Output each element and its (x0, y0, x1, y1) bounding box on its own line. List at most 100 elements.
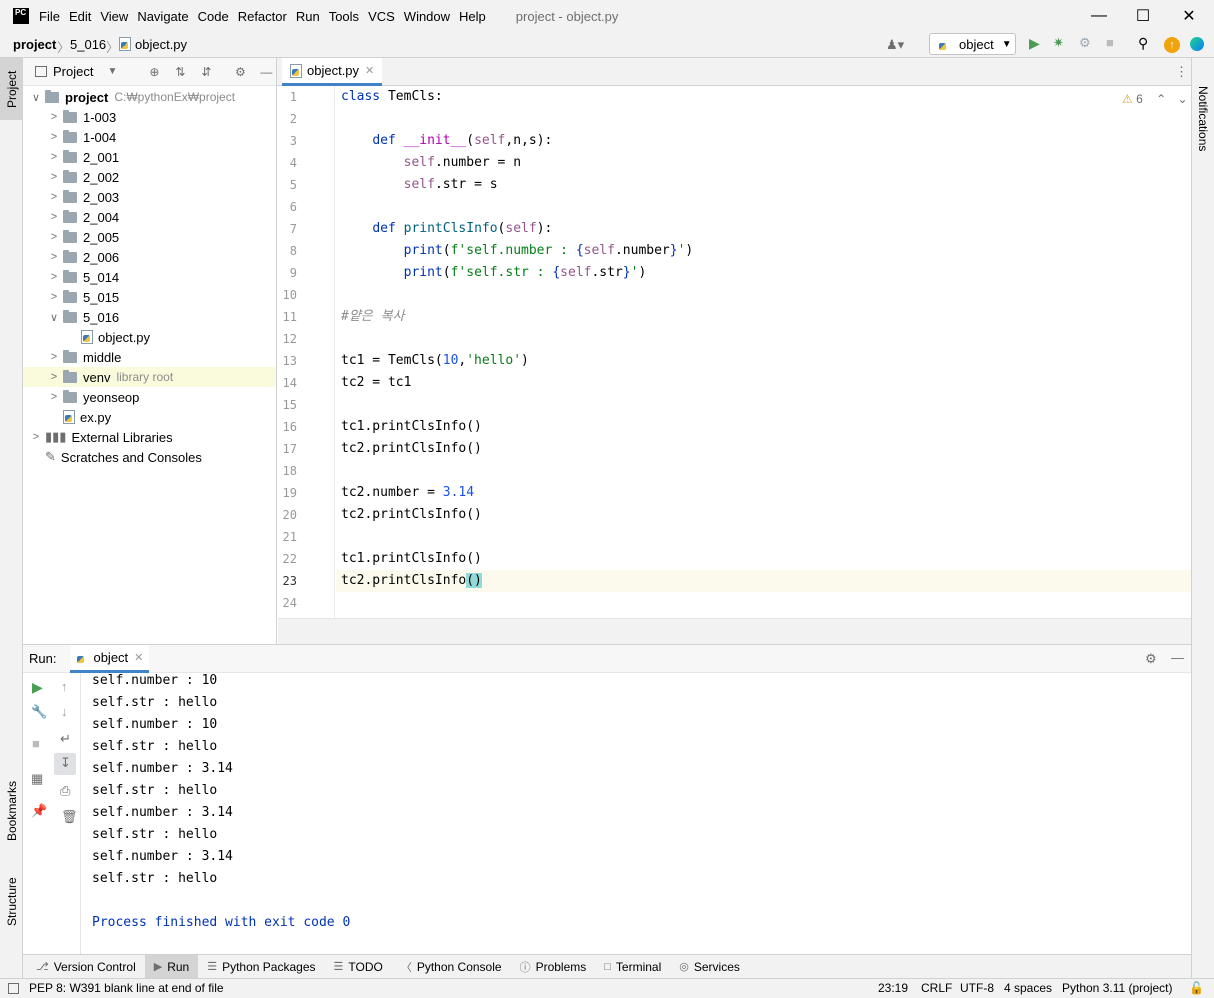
tree-root[interactable]: ∨ project C:₩pythonEx₩project (23, 87, 276, 107)
bookmarks-tool-label[interactable]: Bookmarks (5, 781, 19, 841)
minimize-button[interactable]: — (1076, 0, 1122, 32)
chevron-icon[interactable]: > (45, 131, 63, 143)
bottom-tab[interactable]: 〈 Python Console (392, 955, 511, 979)
line-number[interactable]: 17 (277, 442, 297, 456)
stop-icon[interactable]: ■ (1106, 35, 1114, 50)
toggle-tool-windows-icon[interactable] (8, 983, 19, 994)
tree-item[interactable]: >2_004 (23, 207, 276, 227)
chevron-icon[interactable]: > (45, 111, 63, 123)
tree-item[interactable]: > ▮▮▮ External Libraries (23, 427, 276, 447)
chevron-icon[interactable]: > (45, 151, 63, 163)
line-number[interactable]: 13 (277, 354, 297, 368)
chevron-icon[interactable]: > (45, 211, 63, 223)
code-line[interactable]: tc1.printClsInfo() (341, 548, 482, 570)
code-line[interactable]: tc2.printClsInfo() (341, 438, 482, 460)
line-number[interactable]: 8 (277, 244, 297, 258)
bottom-tab[interactable]: ⓘ Problems (511, 955, 596, 979)
close-tab-icon[interactable]: ✕ (134, 651, 143, 664)
code-line[interactable]: self.str = s (341, 174, 498, 196)
tree-item[interactable]: >2_006 (23, 247, 276, 267)
rerun-icon[interactable]: ▶ (32, 679, 43, 696)
tree-item[interactable]: object.py (23, 327, 276, 347)
code-line[interactable]: tc2.number = 3.14 (341, 482, 474, 504)
more-options-icon[interactable]: ⋮ (1175, 64, 1188, 80)
scroll-to-end-icon[interactable]: ↧ (60, 755, 71, 771)
pin-icon[interactable]: 📌 (31, 803, 47, 819)
line-number[interactable]: 2 (277, 112, 297, 126)
line-number[interactable]: 11 (277, 310, 297, 324)
code-line[interactable]: def __init__(self,n,s): (341, 130, 552, 152)
menu-item[interactable]: Help (459, 9, 486, 24)
menu-item[interactable]: Window (404, 9, 450, 24)
menu-item[interactable]: File (39, 9, 60, 24)
bottom-tab[interactable]: ◎ Services (670, 955, 749, 979)
tree-item[interactable]: ex.py (23, 407, 276, 427)
bottom-tab[interactable]: ☰ Python Packages (198, 955, 324, 979)
python-interpreter[interactable]: Python 3.11 (project) (1062, 981, 1173, 995)
chevron-icon[interactable]: > (45, 291, 63, 303)
chevron-icon[interactable]: > (45, 391, 63, 403)
line-number[interactable]: 7 (277, 222, 297, 236)
line-number[interactable]: 21 (277, 530, 297, 544)
update-icon[interactable]: ↑ (1164, 37, 1180, 53)
chevron-icon[interactable]: > (45, 371, 63, 383)
file-encoding[interactable]: UTF-8 (960, 981, 994, 995)
tree-item[interactable]: > venv library root (23, 367, 276, 387)
search-icon[interactable]: ⚲ (1138, 35, 1148, 52)
breadcrumb-file[interactable]: object.py (135, 37, 187, 52)
coverage-icon[interactable]: ⚙ (1079, 35, 1091, 51)
user-icon[interactable]: ♟▾ (886, 37, 904, 53)
notifications-tool-label[interactable]: Notifications (1196, 86, 1210, 151)
tree-item[interactable]: >2_003 (23, 187, 276, 207)
line-number[interactable]: 22 (277, 552, 297, 566)
bottom-tab[interactable]: ☰ TODO (325, 955, 392, 979)
line-number[interactable]: 20 (277, 508, 297, 522)
tree-item[interactable]: >2_005 (23, 227, 276, 247)
menu-item[interactable]: VCS (368, 9, 395, 24)
project-tool-label[interactable]: Project (5, 71, 19, 108)
trash-icon[interactable]: 🗑 (61, 809, 78, 825)
line-number[interactable]: 4 (277, 156, 297, 170)
soft-wrap-icon[interactable]: ↵ (60, 731, 71, 747)
bottom-tab[interactable]: ⎇ Version Control (27, 955, 145, 979)
tree-item[interactable]: ∨ 5_016 (23, 307, 276, 327)
code-line[interactable]: self.number = n (341, 152, 521, 174)
line-separator[interactable]: CRLF (921, 981, 952, 995)
chevron-icon[interactable]: > (45, 351, 63, 363)
chevron-icon[interactable]: > (45, 191, 63, 203)
chevron-up-icon[interactable]: ⌃ (1156, 92, 1166, 106)
chevron-icon[interactable]: > (45, 171, 63, 183)
tab-object-py[interactable]: object.py ✕ (282, 58, 383, 86)
inspection-widget[interactable]: ⚠ 6 ⌃ ⌄ (1122, 92, 1188, 106)
tree-item[interactable]: >2_001 (23, 147, 276, 167)
maximize-button[interactable]: ☐ (1120, 0, 1166, 32)
chevron-icon[interactable]: ∨ (45, 311, 63, 324)
print-icon[interactable]: ⎙ (60, 783, 70, 799)
close-window-button[interactable]: ✕ (1166, 0, 1212, 32)
code-with-me-icon[interactable] (1190, 37, 1204, 51)
debug-icon[interactable]: ✷ (1053, 35, 1064, 51)
chevron-icon[interactable]: > (45, 231, 63, 243)
wrench-icon[interactable]: 🔧 (31, 704, 47, 720)
expand-all-icon[interactable]: ⇅ (173, 65, 187, 79)
menu-item[interactable]: Refactor (238, 9, 287, 24)
code-line[interactable]: print(f'self.str : {self.str}') (341, 262, 647, 284)
line-number[interactable]: 6 (277, 200, 297, 214)
chevron-icon[interactable]: > (45, 271, 63, 283)
tree-item[interactable]: > middle (23, 347, 276, 367)
line-number[interactable]: 24 (277, 596, 297, 610)
run-icon[interactable]: ▶ (1029, 35, 1040, 52)
code-line[interactable]: def printClsInfo(self): (341, 218, 552, 240)
line-number[interactable]: 18 (277, 464, 297, 478)
arrow-down-icon[interactable]: ↓ (61, 704, 68, 719)
chevron-icon[interactable]: > (45, 251, 63, 263)
line-number[interactable]: 12 (277, 332, 297, 346)
collapse-all-icon[interactable]: ⇵ (199, 65, 213, 79)
caret-position[interactable]: 23:19 (878, 981, 908, 995)
hide-icon[interactable]: — (1171, 650, 1184, 665)
chevron-down-icon[interactable]: ∨ (27, 91, 45, 104)
breadcrumb-folder[interactable]: 5_016 (70, 37, 106, 52)
tree-item[interactable]: >1-003 (23, 107, 276, 127)
bottom-tab[interactable]: ▶ Run (144, 954, 199, 979)
stop-icon[interactable]: ■ (32, 736, 40, 751)
